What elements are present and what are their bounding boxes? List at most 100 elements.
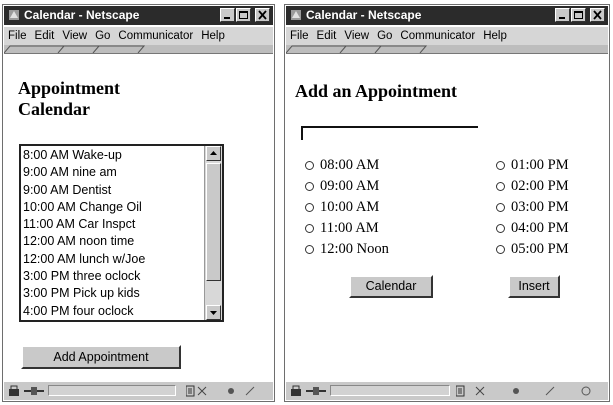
time-label: 10:00 AM — [320, 199, 380, 215]
menu-help[interactable]: Help — [201, 30, 225, 42]
netscape-app-icon[interactable] — [290, 9, 302, 21]
menu-communicator[interactable]: Communicator — [118, 30, 193, 42]
status-message-field — [330, 385, 450, 396]
radio-button[interactable] — [305, 203, 314, 212]
collapsed-toolbar-tabs-icon — [4, 45, 146, 53]
title-bar[interactable]: Calendar - Netscape — [4, 6, 273, 25]
arrow-up-icon — [210, 151, 217, 155]
scroll-up-button[interactable] — [206, 146, 221, 161]
appointment-list[interactable]: 8:00 AM Wake-up 9:00 AM nine am 9:00 AM De… — [19, 144, 224, 322]
title-bar[interactable]: Calendar - Netscape — [286, 6, 608, 25]
connection-plug-icon — [24, 387, 44, 395]
description-input[interactable] — [301, 126, 478, 140]
menu-edit[interactable]: Edit — [317, 30, 337, 42]
toolbar-tabs[interactable] — [4, 45, 273, 54]
menu-help[interactable]: Help — [483, 30, 507, 42]
appointment-item[interactable]: 4:00 PM four oclock — [23, 303, 145, 320]
menu-file[interactable]: File — [8, 30, 27, 42]
maximize-button[interactable] — [236, 8, 251, 22]
menu-view[interactable]: View — [344, 30, 369, 42]
radio-button[interactable] — [496, 203, 505, 212]
close-icon — [593, 10, 602, 20]
radio-button[interactable] — [496, 161, 505, 170]
security-lock-icon[interactable] — [290, 385, 302, 397]
time-label: 09:00 AM — [320, 178, 380, 194]
close-icon — [258, 10, 267, 20]
time-option[interactable]: 08:00 AM — [305, 155, 389, 176]
time-label: 11:00 AM — [320, 220, 379, 236]
time-option[interactable]: 05:00 PM — [496, 239, 569, 260]
taskbar-icons[interactable] — [186, 385, 271, 397]
radio-button[interactable] — [305, 245, 314, 254]
appointment-item[interactable]: 12:00 AM noon time — [23, 233, 145, 250]
status-bar — [4, 381, 273, 400]
minimize-button[interactable] — [220, 8, 235, 22]
taskbar-icons[interactable] — [456, 385, 606, 397]
close-button[interactable] — [255, 8, 270, 22]
time-label: 05:00 PM — [511, 241, 569, 257]
radio-button[interactable] — [496, 182, 505, 191]
appointment-item[interactable]: 11:00 AM Car Inspct — [23, 216, 145, 233]
menu-communicator[interactable]: Communicator — [400, 30, 475, 42]
menu-go[interactable]: Go — [95, 30, 110, 42]
appointment-item[interactable]: 9:00 AM Dentist — [23, 182, 145, 199]
list-scrollbar[interactable] — [204, 146, 222, 320]
time-option[interactable]: 11:00 AM — [305, 218, 389, 239]
time-option[interactable]: 03:00 PM — [496, 197, 569, 218]
menu-go[interactable]: Go — [377, 30, 392, 42]
window-title: Calendar - Netscape — [306, 8, 422, 22]
window-title: Calendar - Netscape — [24, 8, 140, 22]
minimize-icon — [224, 17, 230, 19]
close-button[interactable] — [590, 8, 605, 22]
toolbar-tabs[interactable] — [286, 45, 608, 54]
appointment-item[interactable]: 8:00 AM Wake-up — [23, 147, 145, 164]
menu-bar: File Edit View Go Communicator Help — [4, 27, 273, 45]
time-radio-group-am: 08:00 AM 09:00 AM 10:00 AM 11:00 AM 12:00 No… — [305, 155, 389, 260]
appointment-items: 8:00 AM Wake-up 9:00 AM nine am 9:00 AM De… — [23, 147, 145, 320]
maximize-button[interactable] — [571, 8, 586, 22]
page-title: Appointment Calendar — [18, 78, 120, 120]
calendar-window: Calendar - Netscape File Edit View Go Co… — [2, 4, 275, 402]
time-option[interactable]: 01:00 PM — [496, 155, 569, 176]
time-option[interactable]: 10:00 AM — [305, 197, 389, 218]
add-appointment-window: Calendar - Netscape File Edit View Go Co… — [284, 4, 610, 402]
time-option[interactable]: 12:00 Noon — [305, 239, 389, 260]
menu-edit[interactable]: Edit — [35, 30, 55, 42]
time-label: 02:00 PM — [511, 178, 569, 194]
radio-button[interactable] — [305, 161, 314, 170]
appointment-item[interactable]: 9:00 AM nine am — [23, 164, 145, 181]
netscape-app-icon[interactable] — [8, 9, 20, 21]
radio-button[interactable] — [496, 245, 505, 254]
time-option[interactable]: 04:00 PM — [496, 218, 569, 239]
menu-file[interactable]: File — [290, 30, 309, 42]
minimize-icon — [559, 17, 565, 19]
calendar-button[interactable]: Calendar — [349, 275, 433, 298]
page-title: Add an Appointment — [295, 81, 458, 101]
page-title-line1: Appointment — [18, 78, 121, 98]
time-option[interactable]: 09:00 AM — [305, 176, 389, 197]
security-lock-icon[interactable] — [8, 385, 20, 397]
add-appointment-button[interactable]: Add Appointment — [21, 345, 181, 369]
time-label: 01:00 PM — [511, 157, 569, 173]
time-label: 03:00 PM — [511, 199, 569, 215]
scroll-thumb[interactable] — [206, 163, 221, 281]
menu-view[interactable]: View — [62, 30, 87, 42]
appointment-item[interactable]: 3:00 PM three oclock — [23, 268, 145, 285]
time-label: 08:00 AM — [320, 157, 380, 173]
arrow-down-icon — [210, 311, 217, 315]
appointment-item[interactable]: 10:00 AM Change Oil — [23, 199, 145, 216]
minimize-button[interactable] — [555, 8, 570, 22]
radio-button[interactable] — [305, 182, 314, 191]
appointment-item[interactable]: 3:00 PM Pick up kids — [23, 285, 145, 302]
connection-plug-icon — [306, 387, 326, 395]
collapsed-toolbar-tabs-icon — [286, 45, 428, 53]
maximize-icon — [239, 11, 248, 19]
status-message-field — [48, 385, 176, 396]
scroll-down-button[interactable] — [206, 305, 221, 320]
time-option[interactable]: 02:00 PM — [496, 176, 569, 197]
status-bar — [286, 381, 608, 400]
insert-button[interactable]: Insert — [508, 275, 560, 298]
appointment-item[interactable]: 12:00 AM lunch w/Joe — [23, 251, 145, 268]
radio-button[interactable] — [305, 224, 314, 233]
radio-button[interactable] — [496, 224, 505, 233]
